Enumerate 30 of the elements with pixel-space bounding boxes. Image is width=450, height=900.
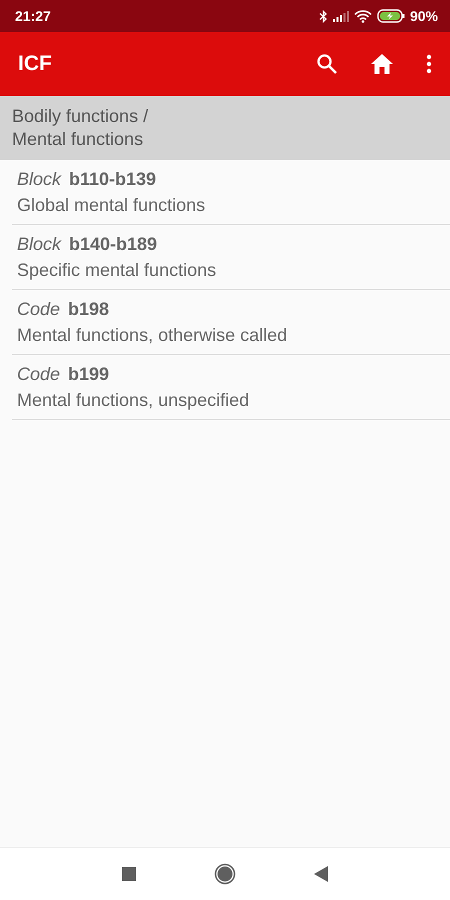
home-button-icon[interactable]	[214, 863, 236, 885]
list-item[interactable]: Code b198 Mental functions, otherwise called	[12, 290, 450, 355]
battery-icon	[376, 9, 405, 23]
entry-title: Mental functions, unspecified	[17, 390, 250, 410]
wifi-icon	[354, 10, 372, 22]
list-item[interactable]: Block b110-b139 Global mental functions	[12, 160, 450, 225]
breadcrumb-text: Mental functions	[12, 128, 144, 151]
entry-code: b199	[68, 364, 110, 384]
entry-code: b110-b139	[69, 168, 156, 190]
status-time: 21:27	[15, 8, 51, 24]
entry-type-label: Code	[17, 364, 60, 384]
app-title: ICF	[18, 52, 52, 76]
entry-title: Mental functions, otherwise called	[17, 324, 288, 346]
entry-title: Specific mental functions	[17, 260, 218, 280]
entry-type-label: Block	[17, 168, 62, 190]
breadcrumb-text: Bodily functions /	[12, 105, 150, 128]
entry-code: b198	[68, 298, 110, 320]
entry-title: Global mental functions	[17, 194, 206, 216]
entry-type-label: Block	[17, 234, 62, 254]
battery-percent: 90%	[410, 8, 438, 24]
search-icon[interactable]	[316, 53, 338, 75]
more-options-icon[interactable]	[426, 54, 432, 74]
signal-icon	[332, 10, 349, 22]
home-icon[interactable]	[370, 53, 394, 75]
entry-type-label: Code	[17, 298, 60, 320]
back-icon[interactable]	[314, 866, 328, 882]
entry-code: b140-b189	[69, 234, 158, 254]
list-item[interactable]: Block b140-b189 Specific mental functions	[12, 225, 450, 290]
bluetooth-icon	[318, 10, 328, 22]
list-item[interactable]: Code b199 Mental functions, unspecified	[12, 355, 450, 420]
